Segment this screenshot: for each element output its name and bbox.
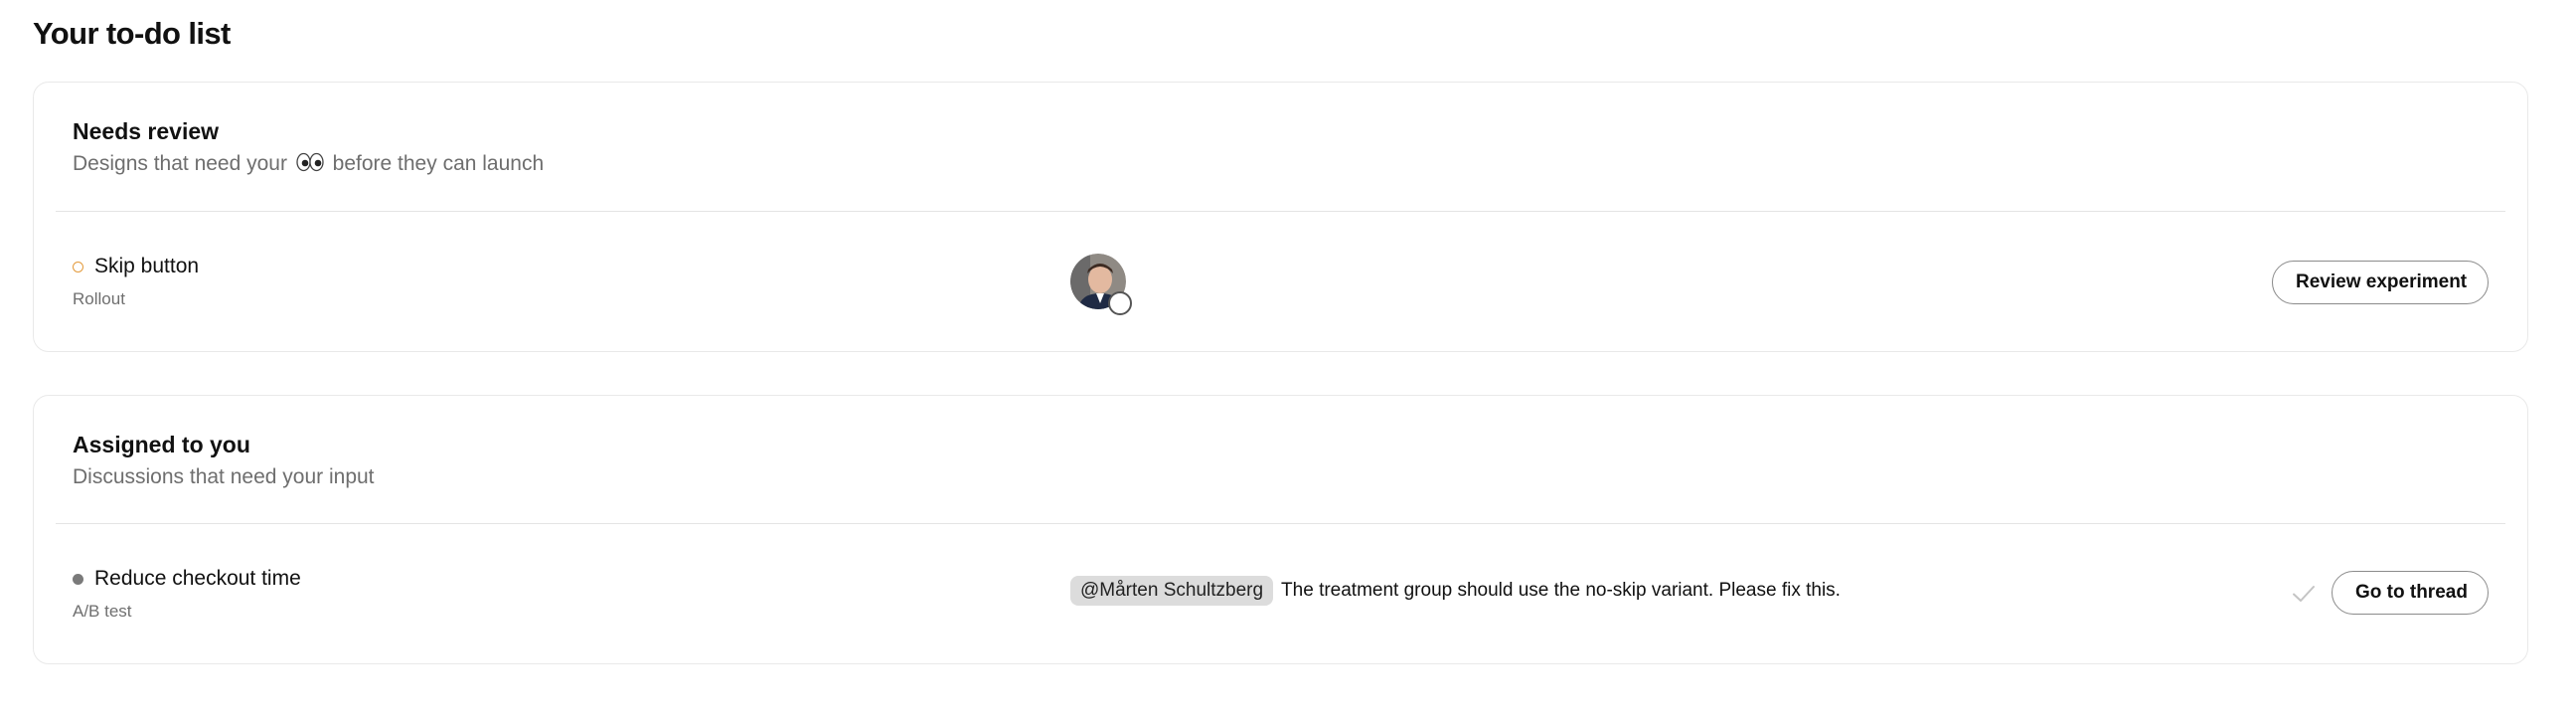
- assigned-title: Assigned to you: [73, 432, 250, 457]
- review-item-type: Rollout: [73, 289, 125, 308]
- assigned-header: Assigned to you Discussions that need yo…: [73, 430, 2489, 492]
- avatar-status-badge-icon: [1108, 291, 1132, 315]
- open-status-circle-icon: [73, 261, 83, 272]
- assigned-item-name: Reduce checkout time: [73, 565, 301, 593]
- assigned-card: Assigned to you Discussions that need yo…: [33, 395, 2528, 664]
- comment-preview: @Mårten Schultzberg The treatment group …: [1070, 576, 1841, 606]
- check-icon[interactable]: [2291, 581, 2317, 607]
- assigned-item-label: Reduce checkout time: [94, 567, 301, 590]
- review-item-name: Skip button: [73, 253, 199, 280]
- eyes-emoji-icon: [296, 151, 324, 181]
- needs-review-card: Needs review Designs that need your befo…: [33, 82, 2528, 352]
- needs-review-subtitle-before: Designs that need your: [73, 152, 287, 175]
- user-mention[interactable]: @Mårten Schultzberg: [1070, 576, 1274, 606]
- review-item-label: Skip button: [94, 255, 200, 277]
- todo-page: Your to-do list Needs review Designs tha…: [0, 0, 2576, 722]
- filled-status-dot-icon: [73, 573, 83, 585]
- assigned-divider: [56, 523, 2505, 524]
- needs-review-subtitle-after: before they can launch: [332, 152, 545, 175]
- reviewer-avatar: [1070, 254, 1132, 315]
- assigned-subtitle: Discussions that need your input: [73, 465, 375, 488]
- needs-review-subtitle: Designs that need your before they can l…: [73, 149, 2489, 181]
- assigned-item-type: A/B test: [73, 602, 132, 621]
- needs-review-header: Needs review Designs that need your befo…: [73, 116, 2489, 181]
- needs-review-divider: [56, 211, 2505, 212]
- needs-review-title: Needs review: [73, 118, 220, 144]
- page-title: Your to-do list: [33, 16, 231, 51]
- review-experiment-button[interactable]: Review experiment: [2272, 261, 2489, 304]
- go-to-thread-button[interactable]: Go to thread: [2332, 571, 2489, 615]
- comment-text: The treatment group should use the no-sk…: [1281, 580, 1841, 601]
